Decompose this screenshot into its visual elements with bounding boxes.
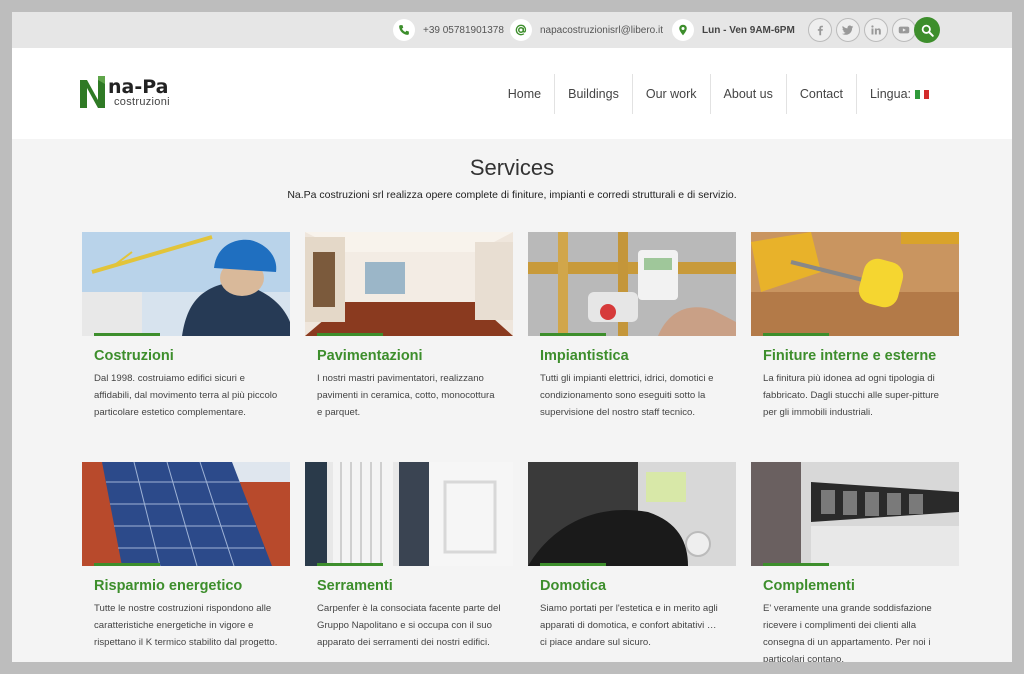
service-card-impiantistica[interactable]: Impiantistica Tutti gli impianti elettri… xyxy=(528,232,736,462)
logo-text: na-Pa xyxy=(108,76,169,98)
hours-info: Lun - Ven 9AM-6PM xyxy=(672,18,795,42)
white-doors-image xyxy=(305,462,513,566)
card-title[interactable]: Risparmio energetico xyxy=(94,578,290,594)
service-card-risparmio-energetico[interactable]: Risparmio energetico Tutte le nostre cos… xyxy=(82,462,290,662)
card-accent-bar xyxy=(540,333,606,336)
card-accent-bar xyxy=(94,333,160,336)
nav-contact[interactable]: Contact xyxy=(785,74,856,114)
linkedin-icon[interactable] xyxy=(864,18,888,42)
site-header: na-Pa costruzioni Home Buildings Our wor… xyxy=(12,48,1012,139)
service-card-serramenti[interactable]: Serramenti Carpenfer è la consociata fac… xyxy=(305,462,513,662)
card-text: Tutte le nostre costruzioni rispondono a… xyxy=(94,603,278,648)
wooden-floor-room-image xyxy=(305,232,513,336)
nav-buildings[interactable]: Buildings xyxy=(554,74,632,114)
service-card-pavimentazioni[interactable]: Pavimentazioni I nostri mastri pavimenta… xyxy=(305,232,513,462)
card-text: Siamo portati per l'estetica e in merito… xyxy=(540,603,718,648)
main-nav: Home Buildings Our work About us Contact… xyxy=(495,74,942,114)
card-title[interactable]: Impiantistica xyxy=(540,348,736,364)
card-text: Dal 1998. costruiamo edifici sicuri e af… xyxy=(94,373,278,418)
card-title[interactable]: Pavimentazioni xyxy=(317,348,513,364)
services-grid: Costruzioni Dal 1998. costruiamo edifici… xyxy=(82,232,959,662)
card-accent-bar xyxy=(94,563,160,566)
nav-language[interactable]: Lingua: xyxy=(855,74,942,114)
card-title[interactable]: Finiture interne e esterne xyxy=(763,348,959,364)
plumbing-meter-image xyxy=(528,232,736,336)
card-text: I nostri mastri pavimentatori, realizzan… xyxy=(317,373,495,418)
opening-hours: Lun - Ven 9AM-6PM xyxy=(702,24,795,36)
search-icon xyxy=(921,24,934,37)
thermostat-image xyxy=(528,462,736,566)
card-text: La finitura più idonea ad ogni tipologia… xyxy=(763,373,939,418)
social-links xyxy=(808,18,916,42)
phone-info[interactable]: +39 05781901378 xyxy=(393,18,504,42)
nav-our-work[interactable]: Our work xyxy=(631,74,710,114)
nav-home[interactable]: Home xyxy=(495,74,554,114)
card-accent-bar xyxy=(763,333,829,336)
twitter-icon[interactable] xyxy=(836,18,860,42)
location-pin-icon xyxy=(672,19,694,41)
mosaic-tiles-image xyxy=(751,462,959,566)
youtube-icon[interactable] xyxy=(892,18,916,42)
card-text: Carpenfer è la consociata facente parte … xyxy=(317,603,501,648)
facebook-icon[interactable] xyxy=(808,18,832,42)
construction-worker-image xyxy=(82,232,290,336)
services-section: Services Na.Pa costruzioni srl realizza … xyxy=(12,155,1012,662)
service-card-costruzioni[interactable]: Costruzioni Dal 1998. costruiamo edifici… xyxy=(82,232,290,462)
search-button[interactable] xyxy=(914,17,940,43)
phone-number: +39 05781901378 xyxy=(423,24,504,36)
card-title[interactable]: Serramenti xyxy=(317,578,513,594)
solar-panels-image xyxy=(82,462,290,566)
card-accent-bar xyxy=(317,563,383,566)
at-icon xyxy=(510,19,532,41)
card-text: Tutti gli impianti elettrici, idrici, do… xyxy=(540,373,714,418)
service-card-complementi[interactable]: Complementi E' veramente una grande sodd… xyxy=(751,462,959,662)
email-info[interactable]: napacostruzionisrl@libero.it xyxy=(510,18,663,42)
card-title[interactable]: Costruzioni xyxy=(94,348,290,364)
language-label: Lingua: xyxy=(869,87,911,101)
section-subtitle: Na.Pa costruzioni srl realizza opere com… xyxy=(287,189,737,201)
service-card-finiture[interactable]: Finiture interne e esterne La finitura p… xyxy=(751,232,959,462)
phone-icon xyxy=(393,19,415,41)
logo-subtext: costruzioni xyxy=(114,96,170,108)
card-title[interactable]: Domotica xyxy=(540,578,736,594)
nav-about-us[interactable]: About us xyxy=(709,74,786,114)
browser-frame: +39 05781901378 napacostruzionisrl@liber… xyxy=(12,12,1012,662)
section-title: Services xyxy=(469,155,555,180)
email-address: napacostruzionisrl@libero.it xyxy=(540,24,663,36)
paint-roller-image xyxy=(751,232,959,336)
italian-flag-icon xyxy=(915,89,930,99)
card-accent-bar xyxy=(763,563,829,566)
card-accent-bar xyxy=(540,563,606,566)
top-bar: +39 05781901378 napacostruzionisrl@liber… xyxy=(12,12,1012,48)
card-accent-bar xyxy=(317,333,383,336)
site-logo[interactable]: na-Pa costruzioni xyxy=(78,72,208,112)
service-card-domotica[interactable]: Domotica Siamo portati per l'estetica e … xyxy=(528,462,736,662)
card-title[interactable]: Complementi xyxy=(763,578,959,594)
card-text: E' veramente una grande soddisfazione ri… xyxy=(763,603,932,662)
